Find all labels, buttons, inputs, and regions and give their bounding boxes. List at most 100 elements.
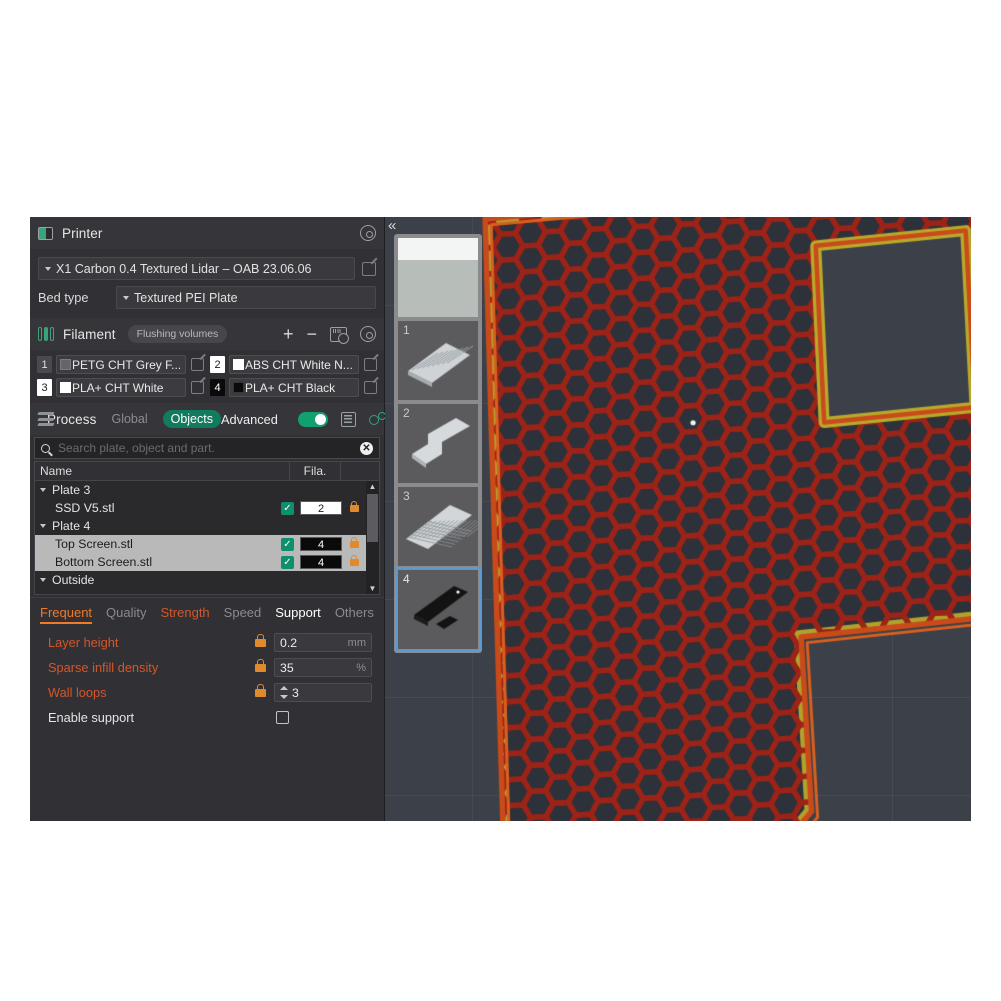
object-visible-checkbox[interactable]: ✓ <box>281 555 294 569</box>
lock-cell[interactable] <box>342 554 366 566</box>
param-input[interactable]: 35% <box>274 658 372 677</box>
param-tab-others[interactable]: Others <box>335 605 374 624</box>
lock-icon[interactable] <box>255 683 266 697</box>
object-name-cell: Plate 3 <box>35 483 281 497</box>
filament-edit-icon[interactable] <box>364 358 377 371</box>
bed-type-select[interactable]: Textured PEI Plate <box>116 286 376 309</box>
object-list-row[interactable]: Outside <box>35 571 379 589</box>
lock-icon[interactable] <box>349 536 359 548</box>
scope-objects-tab[interactable]: Objects <box>162 410 221 428</box>
filament-slot-1[interactable]: 1 PETG CHT Grey F... <box>37 355 204 374</box>
lock-icon[interactable] <box>349 554 359 566</box>
lock-cell[interactable] <box>342 500 366 512</box>
object-list-row[interactable]: SSD V5.stl ✓ 2 <box>35 499 379 517</box>
lock-cell[interactable] <box>342 536 366 548</box>
expander-icon[interactable] <box>40 488 46 492</box>
ams-icon[interactable] <box>330 326 349 344</box>
object-name-cell: Outside <box>35 573 281 587</box>
plate-number: 3 <box>403 489 410 503</box>
filament-section-title: Filament <box>63 326 116 342</box>
object-name: Outside <box>52 573 95 587</box>
list-view-icon[interactable] <box>340 411 356 427</box>
object-list-row[interactable]: Bottom Screen.stl ✓ 4 <box>35 553 379 571</box>
filament-settings-gear-icon[interactable] <box>360 326 376 342</box>
plate-thumbnail-top[interactable] <box>398 238 478 317</box>
remove-filament-button[interactable]: − <box>306 325 317 343</box>
object-name: Top Screen.stl <box>55 537 133 551</box>
filament-name-box[interactable]: PLA+ CHT Black <box>229 378 359 397</box>
filament-color-swatch <box>60 359 71 370</box>
expander-icon[interactable] <box>40 524 46 528</box>
object-name-cell: Bottom Screen.stl <box>35 555 281 569</box>
lock-icon[interactable] <box>255 658 266 672</box>
scroll-up-arrow[interactable]: ▲ <box>366 481 379 492</box>
object-list-row[interactable]: Plate 3 <box>35 481 379 499</box>
param-tab-strength[interactable]: Strength <box>161 605 210 624</box>
object-list-row[interactable]: Plate 4 <box>35 517 379 535</box>
plate-number: 4 <box>403 572 410 586</box>
plate-list: 1 2 3 4 <box>394 234 482 653</box>
plate-thumbnail-3[interactable]: 3 <box>398 487 478 566</box>
plate-thumbnail-render <box>398 321 478 400</box>
filament-assignment-badge[interactable]: 2 <box>300 501 342 515</box>
add-filament-button[interactable]: + <box>283 325 294 343</box>
param-checkbox[interactable] <box>276 711 289 724</box>
object-name: Plate 3 <box>52 483 91 497</box>
object-name-cell: Top Screen.stl <box>35 537 281 551</box>
3d-viewport[interactable]: « 1 2 3 4 <box>385 217 971 821</box>
filament-edit-icon[interactable] <box>191 358 204 371</box>
object-list-row[interactable]: Top Screen.stl ✓ 4 <box>35 535 379 553</box>
filament-name-box[interactable]: PLA+ CHT White <box>56 378 186 397</box>
param-tab-quality[interactable]: Quality <box>106 605 146 624</box>
param-tab-support[interactable]: Support <box>275 605 321 624</box>
filament-slot-grid: 1 PETG CHT Grey F... 2 ABS CHT White N... 3 P… <box>30 350 384 403</box>
param-row: Layer height 0.2 mm <box>30 630 384 655</box>
left-settings-panel: Printer X1 Carbon 0.4 Textured Lidar – O… <box>30 217 386 821</box>
lock-icon[interactable] <box>255 633 266 647</box>
filament-slot-2[interactable]: 2 ABS CHT White N... <box>210 355 377 374</box>
scrollbar-thumb[interactable] <box>367 494 378 542</box>
filament-section-header: Filament Flushing volumes + − <box>30 318 384 350</box>
search-bar[interactable]: Search plate, object and part. ✕ <box>34 437 380 459</box>
expander-icon[interactable] <box>40 578 46 582</box>
scroll-down-arrow[interactable]: ▼ <box>366 583 379 594</box>
filament-slot-3[interactable]: 3 PLA+ CHT White <box>37 378 204 397</box>
param-tab-frequent[interactable]: Frequent <box>40 605 93 624</box>
gears-icon[interactable] <box>368 411 386 427</box>
filament-icon <box>38 327 54 341</box>
param-input[interactable]: 3 <box>274 683 372 702</box>
printer-preset-edit-icon[interactable] <box>362 261 376 276</box>
filament-index-badge: 1 <box>37 356 52 373</box>
plate-thumbnail-4[interactable]: 4 <box>395 567 481 652</box>
plate-thumbnail-1[interactable]: 1 <box>398 321 478 400</box>
flushing-volumes-button[interactable]: Flushing volumes <box>127 325 228 343</box>
param-tab-speed[interactable]: Speed <box>224 605 262 624</box>
chevron-down-icon <box>123 295 129 300</box>
filament-edit-icon[interactable] <box>191 381 204 394</box>
param-input[interactable]: 0.2 mm <box>274 633 372 652</box>
filament-slot-4[interactable]: 4 PLA+ CHT Black <box>210 378 377 397</box>
object-visible-checkbox[interactable]: ✓ <box>281 501 294 515</box>
scope-global-tab[interactable]: Global <box>103 410 155 428</box>
plate-thumbnail-2[interactable]: 2 <box>398 404 478 483</box>
filament-name-box[interactable]: ABS CHT White N... <box>229 355 359 374</box>
search-input[interactable]: Search plate, object and part. <box>58 441 360 455</box>
advanced-toggle[interactable] <box>297 411 328 427</box>
filament-name-box[interactable]: PETG CHT Grey F... <box>56 355 186 374</box>
search-clear-icon[interactable]: ✕ <box>360 441 373 455</box>
stepper-icon[interactable] <box>280 686 288 699</box>
bed-type-value: Textured PEI Plate <box>134 290 238 305</box>
object-list-scrollbar[interactable]: ▲ ▼ <box>366 481 379 594</box>
printer-preset-select[interactable]: X1 Carbon 0.4 Textured Lidar – OAB 23.06… <box>38 257 355 280</box>
filament-assignment-badge[interactable]: 4 <box>300 555 342 569</box>
printer-settings-gear-icon[interactable] <box>360 225 376 241</box>
filament-assignment-badge[interactable]: 4 <box>300 537 342 551</box>
parameter-list: Layer height 0.2 mm Sparse infill density 35… <box>30 624 384 730</box>
lock-icon[interactable] <box>349 500 359 512</box>
object-visible-checkbox[interactable]: ✓ <box>281 537 294 551</box>
object-visible-placeholder <box>281 484 294 497</box>
collapse-sidebar-icon[interactable]: « <box>388 218 396 233</box>
filament-edit-icon[interactable] <box>364 381 377 394</box>
object-list-header: Name Fila. <box>35 462 379 481</box>
object-visible-placeholder <box>281 574 294 587</box>
